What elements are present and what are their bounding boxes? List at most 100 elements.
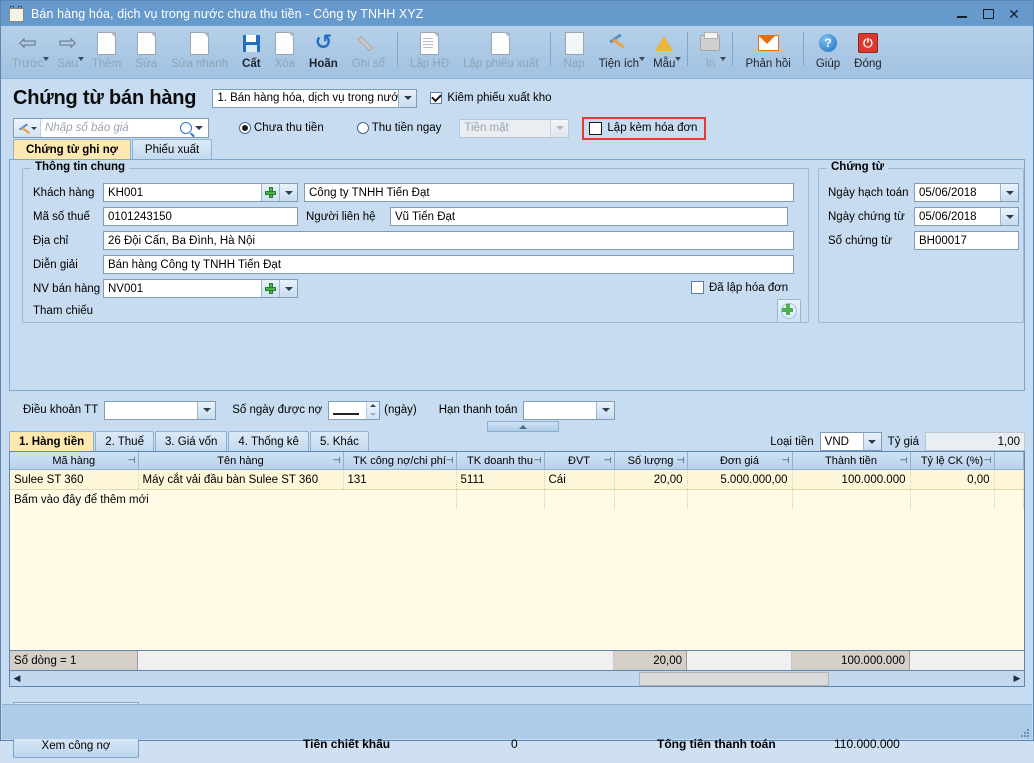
line-items-grid[interactable]: Mã hàng ⊣ Tên hàng ⊣ TK công nợ/chi phí ⊣ T… [9, 451, 1025, 651]
da-lap-hoa-don-checkbox[interactable] [691, 281, 704, 294]
toolbar-button-ghi-so[interactable]: Ghi sổ [345, 26, 392, 78]
chevron-down-icon[interactable] [279, 184, 297, 201]
cell-ty-le-ck[interactable]: 0,00 [910, 469, 995, 490]
currency-select[interactable]: VND [819, 432, 882, 451]
col-dvt[interactable]: ĐVT ⊣ [544, 452, 615, 470]
chevron-down-icon[interactable] [596, 401, 615, 419]
cell-empty[interactable] [614, 489, 688, 509]
lap-kem-hoa-don-checkbox[interactable] [589, 121, 603, 135]
grid-tab-hang-tien[interactable]: 1. Hàng tiền [9, 431, 95, 451]
col-tk-cong-no[interactable]: TK công nợ/chi phí ⊣ [343, 452, 457, 470]
tab-phieu-xuat[interactable]: Phiếu xuất [131, 139, 213, 159]
table-add-row[interactable]: Bấm vào đây để thêm mới [10, 489, 1024, 509]
toolbar-button-lap-phieu-xuat[interactable]: Lập phiếu xuất [456, 26, 545, 78]
search-icon[interactable] [179, 122, 192, 134]
quote-search-input[interactable]: Nhập số báo giá [41, 122, 174, 134]
resize-grip-icon[interactable] [1019, 727, 1029, 737]
col-ten-hang[interactable]: Tên hàng ⊣ [138, 452, 344, 470]
lap-kem-hoa-don-highlight[interactable]: Lập kèm hóa đơn [582, 116, 707, 140]
chevron-down-icon[interactable] [197, 401, 216, 419]
tab-chung-tu-ghi-no[interactable]: Chứng từ ghi nợ [13, 139, 131, 159]
reference-add-button[interactable] [777, 299, 801, 323]
chevron-down-icon[interactable] [77, 57, 84, 61]
chevron-down-icon[interactable] [550, 119, 569, 137]
address-input[interactable]: 26 Đội Cấn, Ba Đình, Hà Nội [103, 231, 794, 250]
salesperson-code-input[interactable]: NV001 [103, 279, 298, 298]
kiem-phieu-xuat-kho-checkbox[interactable] [430, 92, 443, 104]
table-row[interactable]: Sulee ST 360 Máy cắt vải đầu bàn Sulee S… [10, 469, 1024, 490]
scroll-left-icon[interactable]: ◀ [10, 673, 24, 684]
cell-thanh-tien[interactable]: 100.000.000 [792, 469, 911, 490]
note-input[interactable]: Bán hàng Công ty TNHH Tiến Đạt [103, 255, 794, 274]
cell-dvt[interactable]: Cái [544, 469, 615, 490]
grid-tab-khac[interactable]: 5. Khác [309, 431, 369, 451]
tax-code-input[interactable]: 0101243150 [103, 207, 298, 226]
pin-icon[interactable]: ⊣ [534, 455, 542, 466]
calendar-dropdown-icon[interactable] [1000, 184, 1018, 201]
due-date-select[interactable] [523, 400, 616, 420]
toolbar-button-lap-hd[interactable]: Lập HĐ [403, 26, 456, 78]
maximize-button[interactable] [975, 3, 1001, 25]
cell-empty[interactable] [687, 489, 793, 509]
toolbar-button-mau[interactable]: Mẫu [646, 26, 682, 78]
chevron-down-icon[interactable] [675, 57, 682, 61]
cell-ma-hang[interactable]: Sulee ST 360 [10, 469, 139, 490]
chevron-down-icon[interactable] [43, 57, 50, 61]
radio-chua-thu-tien[interactable] [239, 122, 251, 134]
toolbar-button-sua-nhanh[interactable]: Sửa nhanh [164, 26, 235, 78]
posting-date-input[interactable]: 05/06/2018 [914, 183, 1019, 202]
toolbar-button-nap[interactable]: Nạp [556, 26, 591, 78]
customer-code-input[interactable]: KH001 [103, 183, 298, 202]
voucher-date-input[interactable]: 05/06/2018 [914, 207, 1019, 226]
chevron-down-icon[interactable] [398, 89, 417, 107]
stepper-up-icon[interactable] [367, 402, 379, 411]
pin-icon[interactable]: ⊣ [333, 455, 341, 466]
quote-search-actions[interactable] [174, 122, 208, 134]
customer-name-input[interactable]: Công ty TNHH Tiến Đạt [304, 183, 794, 202]
credit-days-stepper[interactable] [328, 400, 381, 420]
col-don-gia[interactable]: Đơn giá ⊣ [687, 452, 793, 470]
chevron-down-icon[interactable] [862, 433, 881, 450]
toolbar-button-tien-ich[interactable]: Tiện ích [592, 26, 646, 78]
cell-empty[interactable] [910, 489, 995, 509]
col-ty-le-ck[interactable]: Tỷ lệ CK (%) ⊣ [910, 452, 995, 470]
pin-icon[interactable]: ⊣ [900, 455, 908, 466]
field-invoiced-check[interactable]: Đã lập hóa đơn [691, 281, 788, 294]
cell-empty[interactable] [792, 489, 911, 509]
toolbar-button-truoc[interactable]: ⇦ Trước [5, 26, 50, 78]
toolbar-button-them[interactable]: Thêm [85, 26, 128, 78]
payment-term-select[interactable] [104, 400, 217, 420]
toolbar-button-in[interactable]: In [693, 26, 727, 78]
toolbar-button-cat[interactable]: Cất [235, 26, 268, 78]
document-type-select[interactable]: 1. Bán hàng hóa, dịch vụ trong nước [212, 88, 418, 108]
add-row-hint[interactable]: Bấm vào đây để thêm mới [10, 489, 343, 509]
pin-icon[interactable]: ⊣ [604, 455, 612, 466]
cell-tk-doanh-thu[interactable]: 5111 [456, 469, 545, 490]
calendar-dropdown-icon[interactable] [1000, 208, 1018, 225]
toolbar-button-sua[interactable]: Sửa [128, 26, 164, 78]
tools-small-icon[interactable] [14, 119, 41, 137]
stepper-down-icon[interactable] [367, 410, 379, 419]
chevron-down-icon[interactable] [720, 57, 727, 61]
radio-paid-wrap[interactable]: Thu tiền ngay [356, 122, 441, 134]
col-so-luong[interactable]: Số lượng ⊣ [614, 452, 688, 470]
col-thanh-tien[interactable]: Thành tiền ⊣ [792, 452, 911, 470]
toolbar-button-hoan[interactable]: ↺ Hoãn [302, 26, 345, 78]
contact-name-input[interactable]: Vũ Tiến Đạt [390, 207, 788, 226]
grid-tab-thue[interactable]: 2. Thuế [95, 431, 154, 451]
cell-empty[interactable] [544, 489, 615, 509]
toolbar-button-xoa[interactable]: Xóa [268, 26, 302, 78]
scrollbar-thumb[interactable] [639, 671, 829, 686]
cell-empty[interactable] [456, 489, 545, 509]
grid-horizontal-scrollbar[interactable]: ◀ ▶ [9, 671, 1025, 687]
grid-tab-gia-von[interactable]: 3. Giá vốn [154, 431, 228, 451]
toolbar-button-giup[interactable]: ? Giúp [809, 26, 847, 78]
toolbar-button-dong[interactable]: ⏻ Đóng [847, 26, 889, 78]
voucher-no-input[interactable]: BH00017 [914, 231, 1019, 250]
pin-icon[interactable]: ⊣ [446, 455, 454, 466]
radio-thu-tien-ngay[interactable] [356, 122, 369, 134]
add-salesperson-icon[interactable] [261, 280, 279, 297]
cell-so-luong[interactable]: 20,00 [614, 469, 688, 490]
add-reference-icon[interactable] [777, 299, 801, 323]
toolbar-button-sau[interactable]: ⇨ Sau [50, 26, 84, 78]
